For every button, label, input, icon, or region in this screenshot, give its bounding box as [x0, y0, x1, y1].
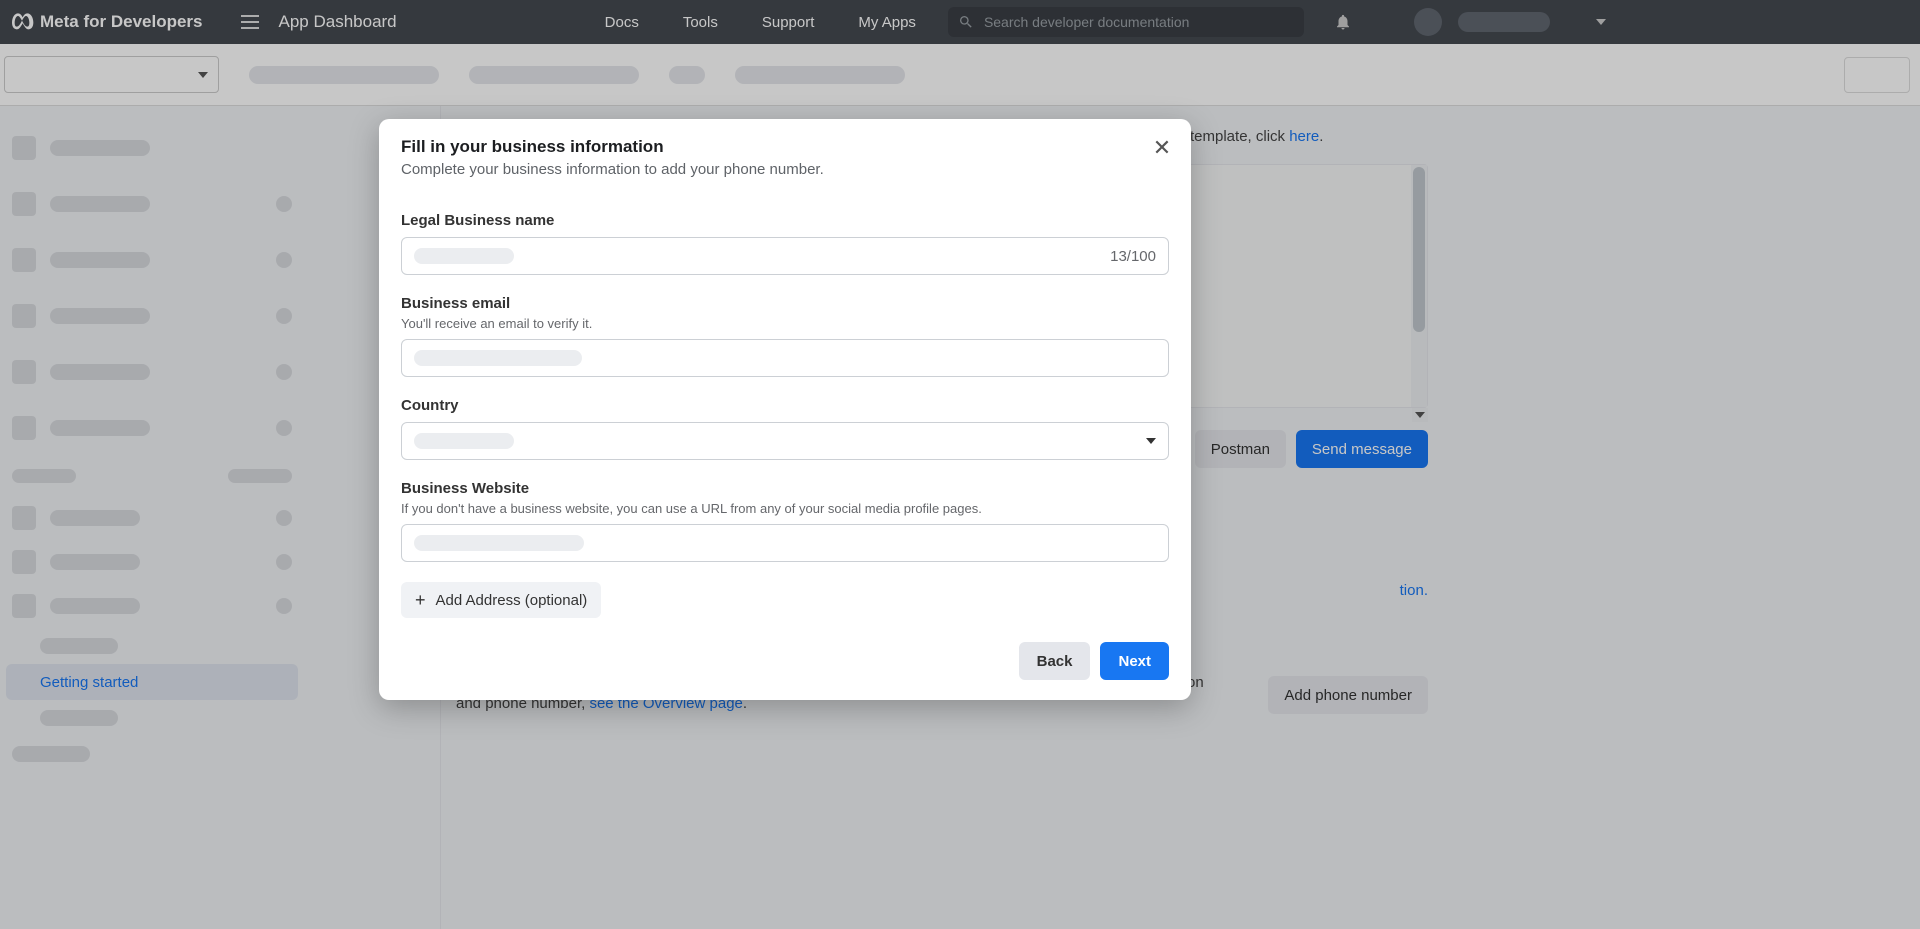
business-website-group: Business Website If you don't have a bus… [401, 480, 1169, 562]
next-button-label: Next [1118, 653, 1151, 670]
next-button[interactable]: Next [1100, 642, 1169, 680]
legal-business-name-input[interactable]: 13/100 [401, 237, 1169, 275]
country-select[interactable] [401, 422, 1169, 460]
modal-footer: Back Next [379, 626, 1191, 700]
business-email-label: Business email [401, 295, 1169, 312]
modal-title: Fill in your business information [401, 137, 1169, 157]
business-info-modal: Fill in your business information Comple… [379, 119, 1191, 700]
business-email-input[interactable] [401, 339, 1169, 377]
input-value-placeholder [414, 248, 514, 264]
back-button-label: Back [1037, 653, 1073, 670]
input-value-placeholder [414, 350, 582, 366]
add-address-button[interactable]: + Add Address (optional) [401, 582, 601, 618]
business-email-group: Business email You'll receive an email t… [401, 295, 1169, 377]
input-value-placeholder [414, 535, 584, 551]
close-icon[interactable]: ✕ [1147, 133, 1177, 163]
legal-business-name-group: Legal Business name 13/100 [401, 212, 1169, 275]
country-label: Country [401, 397, 1169, 414]
modal-header: Fill in your business information Comple… [379, 119, 1191, 190]
business-email-help: You'll receive an email to verify it. [401, 316, 1169, 331]
modal-body: Legal Business name 13/100 Business emai… [379, 190, 1191, 626]
legal-business-name-label: Legal Business name [401, 212, 1169, 229]
plus-icon: + [415, 591, 426, 609]
select-value-placeholder [414, 433, 514, 449]
business-website-help: If you don't have a business website, yo… [401, 501, 1169, 516]
country-group: Country [401, 397, 1169, 460]
business-website-label: Business Website [401, 480, 1169, 497]
back-button[interactable]: Back [1019, 642, 1091, 680]
modal-subtitle: Complete your business information to ad… [401, 161, 1169, 178]
legal-name-char-count: 13/100 [1110, 248, 1156, 265]
chevron-down-icon [1146, 438, 1156, 444]
add-address-label: Add Address (optional) [436, 592, 588, 609]
business-website-input[interactable] [401, 524, 1169, 562]
